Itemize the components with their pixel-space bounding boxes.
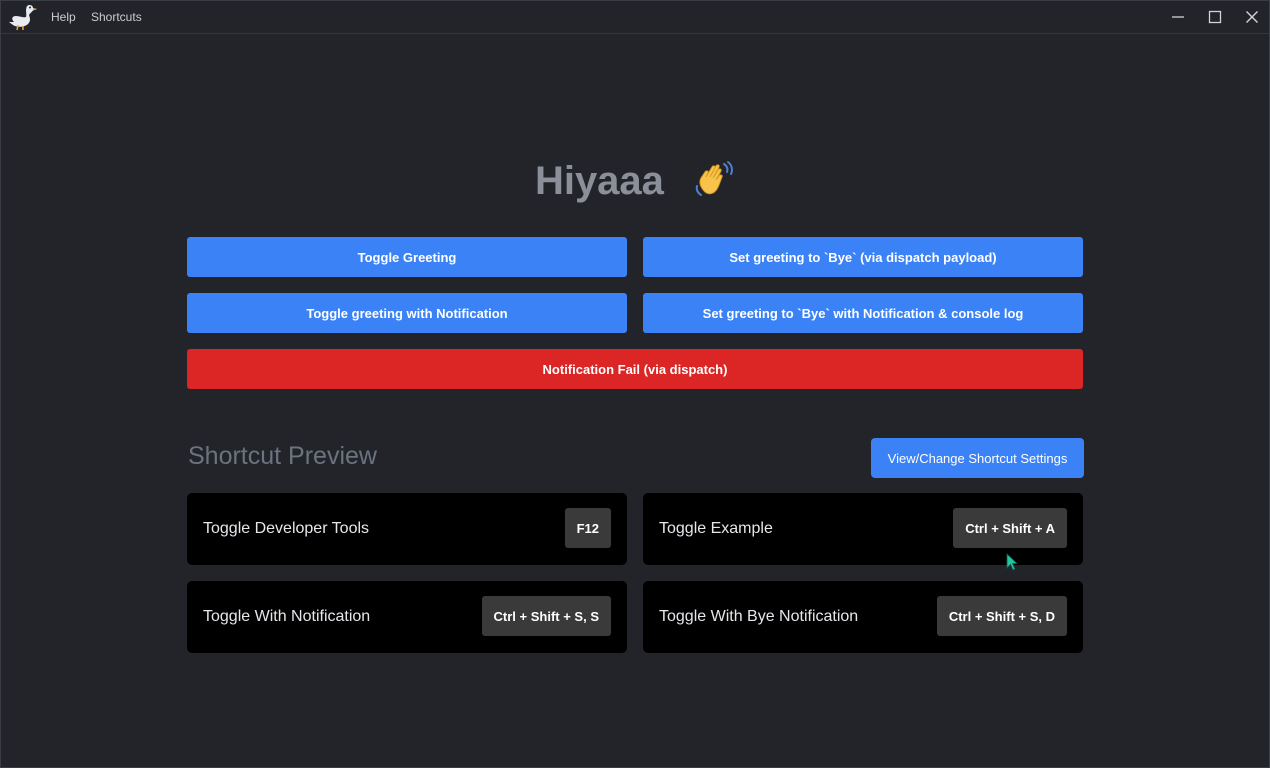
shortcut-keys: Ctrl + Shift + S, S — [481, 596, 611, 636]
shortcut-keys: Ctrl + Shift + A — [953, 508, 1067, 548]
shortcut-label: Toggle With Bye Notification — [659, 608, 859, 625]
shortcut-settings-button[interactable]: View/Change Shortcut Settings — [871, 438, 1084, 478]
close-icon[interactable] — [1240, 6, 1264, 28]
shortcut-label: Toggle With Notification — [203, 608, 371, 625]
shortcut-keys: F12 — [564, 508, 611, 548]
maximize-icon[interactable] — [1203, 6, 1227, 28]
app-window: Help Shortcuts Hiyaaa Toggle Greeting Se… — [0, 0, 1270, 768]
set-bye-payload-button[interactable]: Set greeting to `Bye` (via dispatch payl… — [643, 237, 1083, 277]
greeting-text: Hiyaaa — [534, 159, 664, 203]
toggle-notification-button[interactable]: Toggle greeting with Notification — [187, 293, 627, 333]
shortcut-keys: Ctrl + Shift + S, D — [936, 596, 1067, 636]
menu-help[interactable]: Help — [51, 10, 76, 24]
set-bye-notification-button[interactable]: Set greeting to `Bye` with Notification … — [643, 293, 1083, 333]
shortcut-card: Toggle With Bye Notification Ctrl + Shif… — [643, 581, 1083, 653]
goose-logo-icon — [9, 4, 37, 31]
notification-fail-button[interactable]: Notification Fail (via dispatch) — [187, 349, 1083, 389]
shortcut-preview-title: Shortcut Preview — [188, 442, 377, 470]
greeting-heading: Hiyaaa — [1, 156, 1270, 204]
mouse-cursor-icon — [1006, 553, 1018, 571]
title-bar: Help Shortcuts — [1, 1, 1269, 34]
shortcut-card: Toggle Developer Tools F12 — [187, 493, 627, 565]
waving-hand-icon — [695, 161, 734, 196]
shortcut-card: Toggle With Notification Ctrl + Shift + … — [187, 581, 627, 653]
minimize-icon[interactable] — [1166, 6, 1190, 28]
menu-shortcuts[interactable]: Shortcuts — [91, 10, 142, 24]
toggle-greeting-button[interactable]: Toggle Greeting — [187, 237, 627, 277]
shortcut-label: Toggle Example — [659, 520, 773, 537]
shortcut-label: Toggle Developer Tools — [203, 520, 370, 537]
